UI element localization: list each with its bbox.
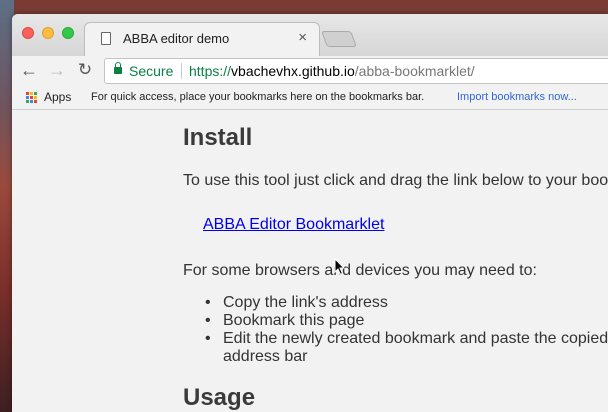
tab-close-icon[interactable]: × <box>298 29 307 47</box>
list-item-continuation: address bar <box>223 348 308 365</box>
lock-icon[interactable] <box>114 62 122 74</box>
apps-shortcut[interactable]: Apps <box>44 90 71 104</box>
mouse-cursor-icon <box>334 258 346 276</box>
apps-grid-icon[interactable] <box>26 92 37 103</box>
steps-list: Copy the link's address Bookmark this pa… <box>183 294 608 366</box>
maximize-window-button[interactable] <box>62 27 74 39</box>
browser-window: ABBA editor demo × ← → ↻ Secure https://… <box>12 14 608 412</box>
url-text[interactable]: https://vbachevhx.github.io/abba-bookmar… <box>189 63 475 79</box>
url-scheme: https:// <box>189 63 232 79</box>
back-arrow-icon[interactable]: ← <box>18 59 40 81</box>
document-icon <box>101 32 111 45</box>
browser-toolbar: ← → ↻ Secure https://vbachevhx.github.io… <box>12 56 608 86</box>
tab-strip: ABBA editor demo × <box>12 14 608 56</box>
tab-title: ABBA editor demo <box>123 31 230 46</box>
abba-bookmarklet-link[interactable]: ABBA Editor Bookmarklet <box>203 216 384 234</box>
address-separator <box>181 63 182 79</box>
address-bar[interactable]: Secure https://vbachevhx.github.io/abba-… <box>104 58 608 84</box>
reload-icon[interactable]: ↻ <box>74 59 96 81</box>
close-window-button[interactable] <box>22 27 34 39</box>
tab-abba-editor-demo[interactable]: ABBA editor demo × <box>84 22 320 56</box>
bookmarks-bar: Apps For quick access, place your bookma… <box>12 86 608 110</box>
list-item: Edit the newly created bookmark and past… <box>183 330 608 348</box>
url-path: /abba-bookmarklet/ <box>354 63 475 79</box>
install-heading: Install <box>183 124 253 151</box>
usage-heading: Usage <box>183 384 256 411</box>
forward-arrow-icon[interactable]: → <box>46 59 68 81</box>
security-label[interactable]: Secure <box>129 63 173 79</box>
url-host: vbachevhx.github.io <box>231 63 355 79</box>
list-item: Copy the link's address <box>183 294 608 312</box>
browser-note-text: For some browsers and devices you may ne… <box>183 262 537 279</box>
new-tab-button[interactable] <box>321 31 357 47</box>
bookmarks-bar-message: For quick access, place your bookmarks h… <box>91 91 425 103</box>
import-bookmarks-link[interactable]: Import bookmarks now... <box>457 91 577 103</box>
intro-text: To use this tool just click and drag the… <box>183 172 608 189</box>
list-item: Bookmark this page <box>183 312 608 330</box>
page-content: Install To use this tool just click and … <box>12 110 608 412</box>
minimize-window-button[interactable] <box>42 27 54 39</box>
